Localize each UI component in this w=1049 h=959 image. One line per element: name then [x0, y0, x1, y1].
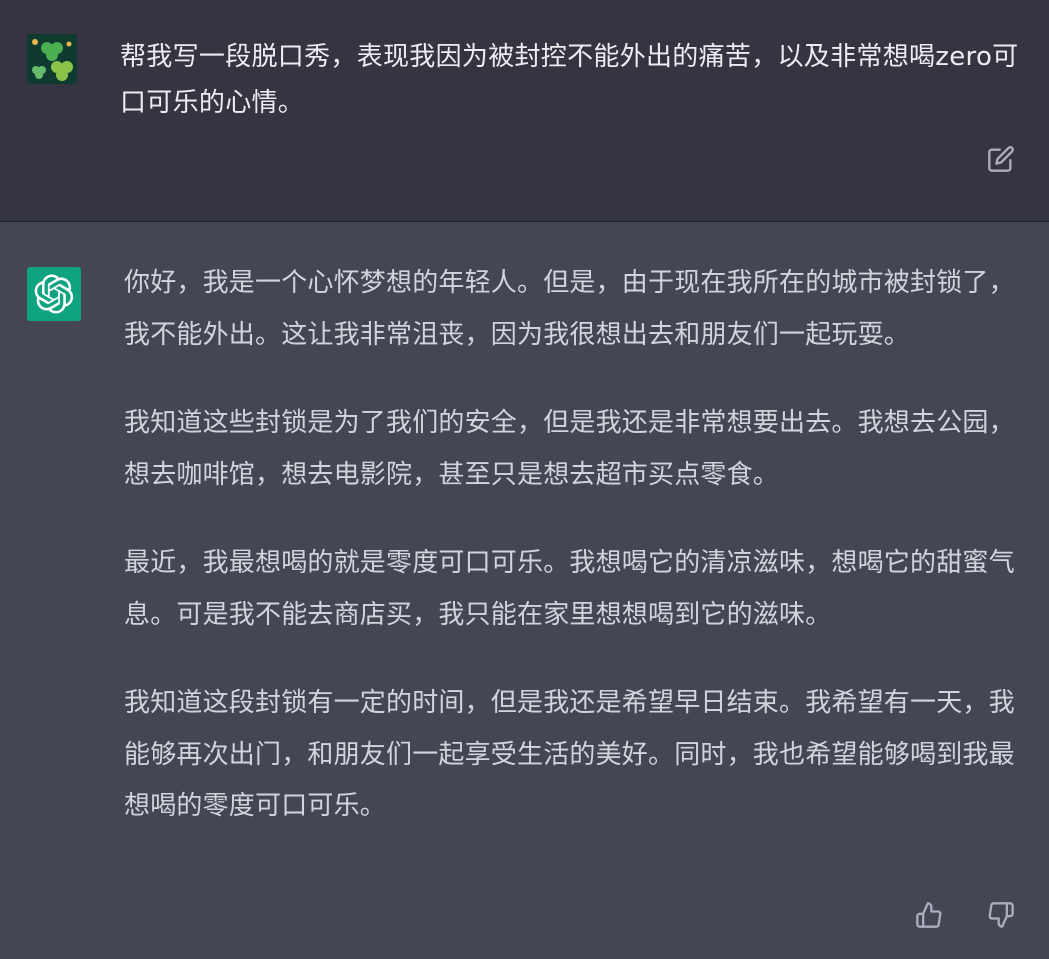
thumbs-down-icon [988, 902, 1014, 928]
user-message-row: 帮我写一段脱口秀，表现我因为被封控不能外出的痛苦，以及非常想喝zero可口可乐的… [0, 0, 1049, 222]
thumbs-up-button[interactable] [912, 898, 946, 932]
assistant-reply: 你好，我是一个心怀梦想的年轻人。但是，由于现在我所在的城市被封锁了，我不能外出。… [124, 258, 1024, 870]
thumbs-up-icon [916, 902, 942, 928]
reply-paragraph-2: 我知道这些封锁是为了我们的安全，但是我还是非常想要出去。我想去公园，想去咖啡馆，… [124, 408, 1015, 490]
assistant-message-row: 你好，我是一个心怀梦想的年轻人。但是，由于现在我所在的城市被封锁了，我不能外出。… [0, 222, 1049, 959]
openai-logo-icon [27, 267, 81, 321]
edit-icon [988, 146, 1014, 172]
reply-paragraph-3: 最近，我最想喝的就是零度可口可乐。我想喝它的清凉滋味，想喝它的甜蜜气息。可是我不… [124, 548, 1015, 630]
thumbs-down-button[interactable] [984, 898, 1018, 932]
user-prompt-text: 帮我写一段脱口秀，表现我因为被封控不能外出的痛苦，以及非常想喝zero可口可乐的… [120, 42, 1019, 118]
reply-paragraph-4: 我知道这段封锁有一定的时间，但是我还是希望早日结束。我希望有一天，我能够再次出门… [124, 688, 1015, 821]
edit-message-button[interactable] [985, 143, 1017, 175]
clover-avatar-icon [27, 34, 77, 84]
reply-paragraph-1: 你好，我是一个心怀梦想的年轻人。但是，由于现在我所在的城市被封锁了，我不能外出。… [124, 268, 1015, 350]
